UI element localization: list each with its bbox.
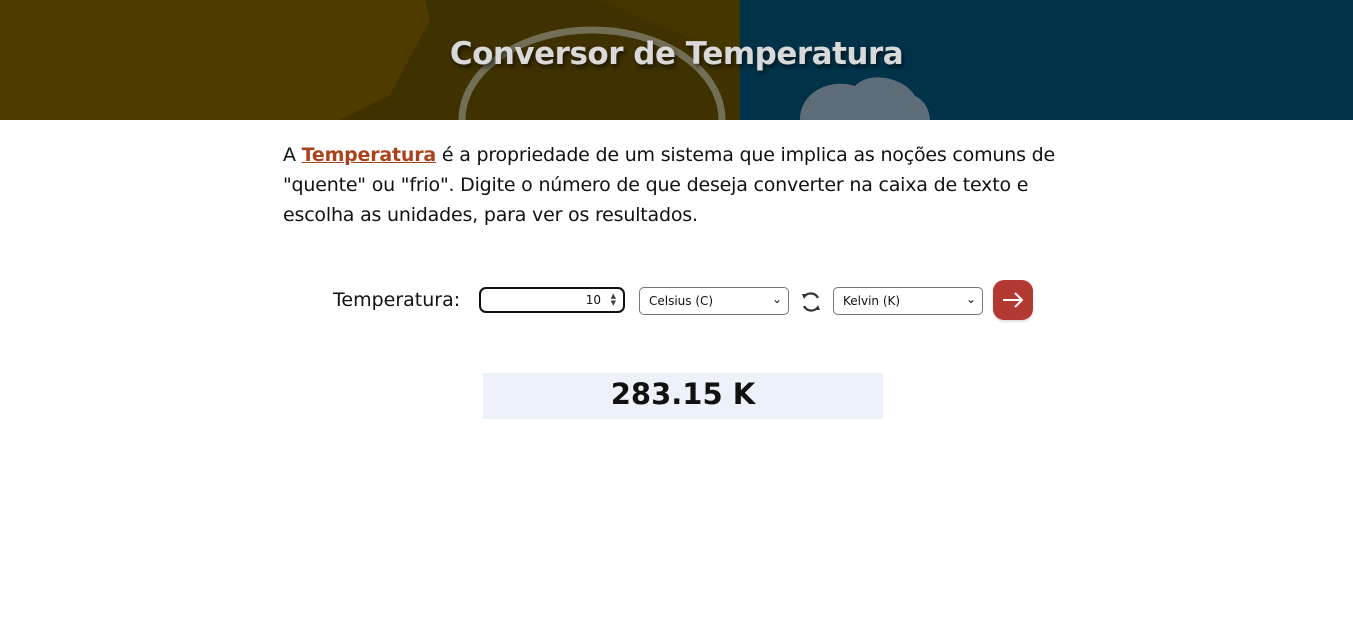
chevron-down-icon: ⌄ — [965, 292, 976, 306]
result-box: 283.15 K — [483, 373, 883, 419]
from-unit-value: Celsius (C) — [649, 294, 714, 308]
arrow-right-icon — [1003, 292, 1024, 308]
swap-units-button[interactable] — [799, 290, 823, 314]
temperature-input[interactable]: 10 ▲ ▼ — [479, 287, 625, 313]
result-value: 283.15 K — [610, 377, 756, 411]
temperature-label: Temperatura: — [333, 289, 461, 311]
page-title: Conversor de Temperatura — [449, 36, 904, 72]
to-unit-select[interactable]: Kelvin (K) ⌄ — [833, 287, 983, 315]
hero-header: Conversor de Temperatura — [0, 0, 1353, 120]
chevron-down-icon: ⌄ — [771, 292, 782, 306]
from-unit-select[interactable]: Celsius (C) ⌄ — [639, 287, 789, 315]
intro-paragraph: A Temperatura é a propriedade de um sist… — [283, 140, 1083, 230]
to-unit-value: Kelvin (K) — [843, 294, 901, 308]
converter-form: Temperatura: 10 ▲ ▼ Celsius (C) ⌄ Kelvin … — [333, 280, 1053, 322]
refresh-icon — [802, 292, 820, 312]
convert-button[interactable] — [993, 280, 1033, 320]
number-spinner-icon[interactable]: ▲ ▼ — [611, 293, 616, 307]
temperature-link[interactable]: Temperatura — [302, 144, 437, 166]
temperature-input-value: 10 — [585, 293, 601, 307]
intro-prefix: A — [283, 144, 302, 166]
